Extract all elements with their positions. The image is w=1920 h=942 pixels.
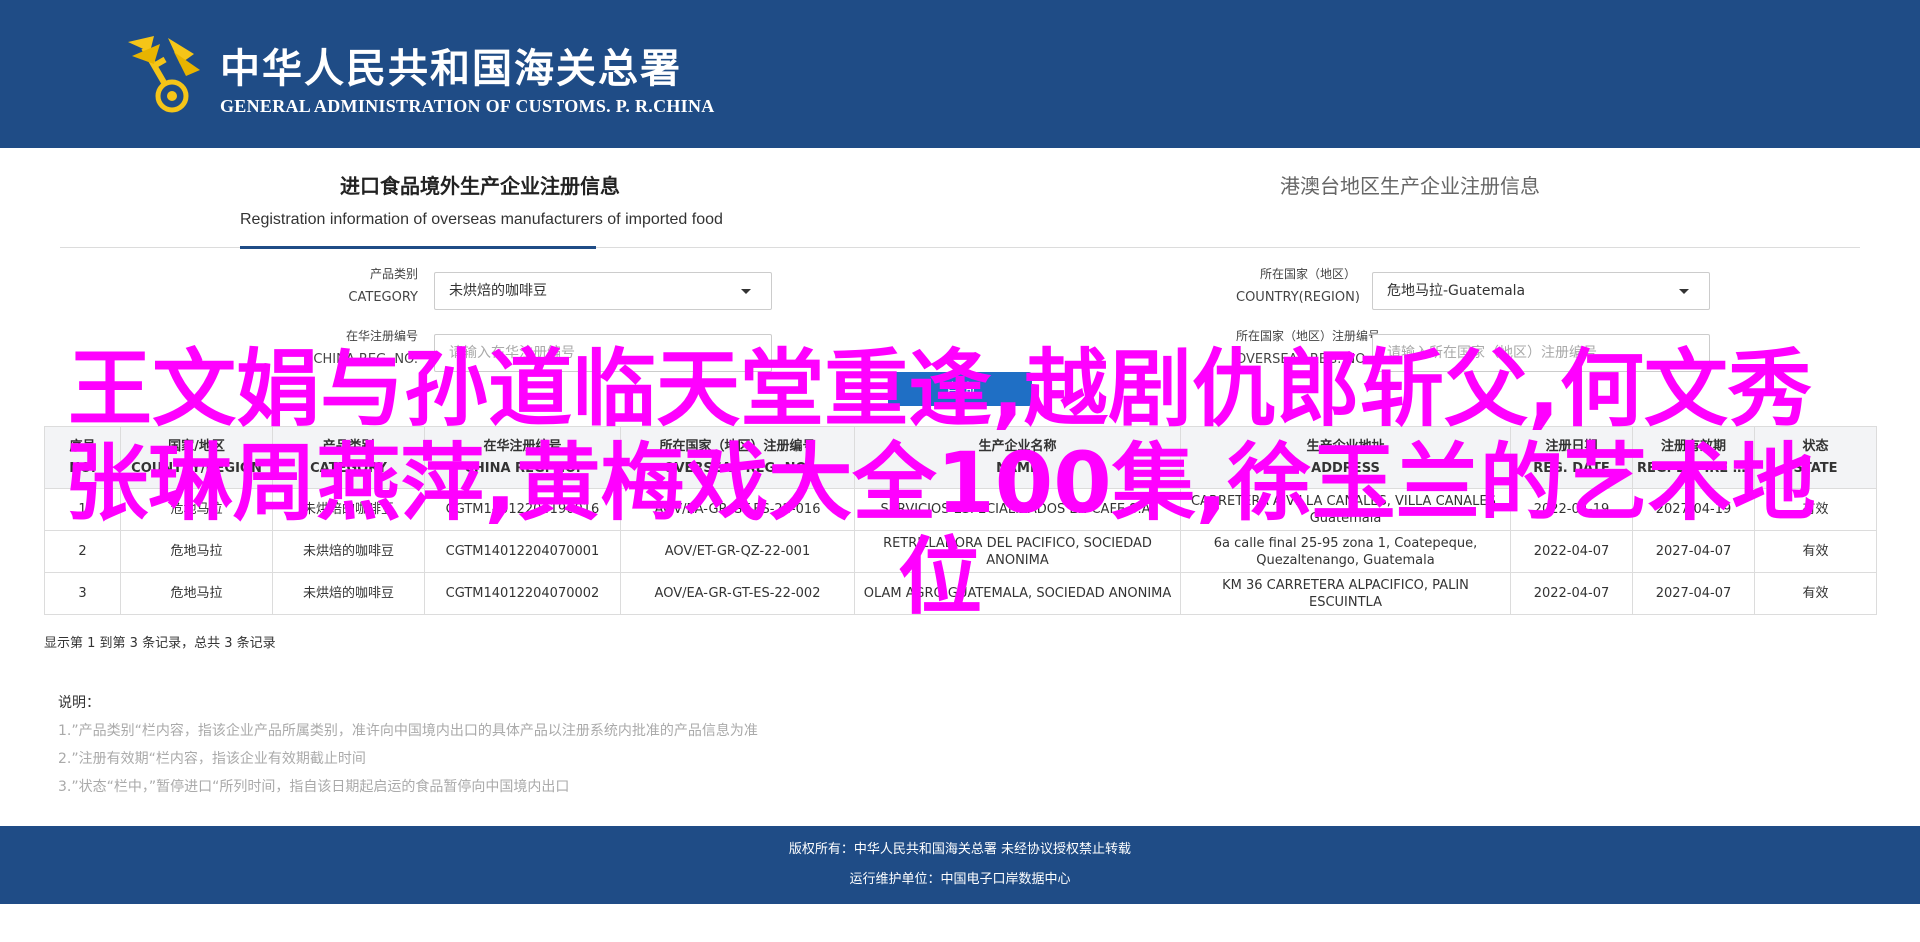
overseas-reg-label: 所在国家（地区）注册编号 OVERSEAS REG. NO. bbox=[1236, 329, 1381, 367]
table-cell: AOV/EA-GR-GT-ES-22-002 bbox=[620, 572, 855, 615]
footer-copyright: 版权所有：中华人民共和国海关总署 未经协议授权禁止转载 bbox=[788, 842, 1132, 857]
china-reg-input[interactable]: 请输入在华注册编号 bbox=[434, 334, 772, 372]
country-select[interactable]: 危地马拉-Guatemala bbox=[1372, 272, 1710, 310]
column-header: 国家/地区 COUNTRY/REGION bbox=[120, 426, 273, 489]
column-header: 产品类别 CATEGORY bbox=[272, 426, 425, 489]
table-header-row: 序号 NO. 国家/地区 COUNTRY/REGION 产品类别 CATEGORY 在华注册… bbox=[44, 426, 1877, 489]
table-cell: 有效 bbox=[1754, 488, 1877, 531]
site-title-en: GENERAL ADMINISTRATION OF CUSTOMS. P. R.… bbox=[220, 96, 715, 116]
column-header: 注册日期 REG. DATE bbox=[1510, 426, 1633, 489]
table-cell: 危地马拉 bbox=[120, 572, 273, 615]
table-cell: CGTM14012204070002 bbox=[424, 572, 621, 615]
column-header-cn: 所在国家（地区）注册编号 bbox=[659, 438, 816, 454]
table-cell: 未烘焙的咖啡豆 bbox=[272, 572, 425, 615]
table-cell: RETRILLADORA DEL PACIFICO, SOCIEDAD ANON… bbox=[854, 530, 1181, 573]
column-header: 生产企业地址 ADDRESS bbox=[1180, 426, 1511, 489]
footer-maintainer: 运行维护单位：中国电子口岸数据中心 bbox=[849, 872, 1071, 887]
column-header-en: NAME bbox=[996, 460, 1039, 476]
table-cell: 2022-04-07 bbox=[1510, 572, 1633, 615]
column-header: 状态 STATE bbox=[1754, 426, 1877, 489]
category-select-value: 未烘焙的咖啡豆 bbox=[449, 283, 547, 299]
search-button[interactable]: 查询 bbox=[888, 372, 1032, 406]
table-row[interactable]: 2 危地马拉 未烘焙的咖啡豆 CGTM14012204070001 AOV/ET-GR-… bbox=[44, 530, 1877, 573]
chevron-down-icon bbox=[741, 289, 751, 294]
column-header-cn: 注册有效期 bbox=[1660, 438, 1726, 454]
table-cell: 有效 bbox=[1754, 572, 1877, 615]
pagination-summary: 显示第 1 到第 3 条记录，总共 3 条记录 bbox=[44, 636, 276, 651]
column-header: 生产企业名称 NAME bbox=[854, 426, 1181, 489]
country-select-value: 危地马拉-Guatemala bbox=[1387, 283, 1526, 299]
table-cell: OLAM AGRO GUATEMALA, SOCIEDAD ANONIMA bbox=[854, 572, 1181, 615]
table-body: 1 危地马拉 未烘焙的咖啡豆 CGTM14012204190016 AOV/EA-GR-… bbox=[44, 488, 1877, 615]
column-header-en: ADDRESS bbox=[1311, 460, 1380, 476]
table-cell: 6a calle final 25-95 zona 1, Coatepeque,… bbox=[1180, 530, 1511, 573]
column-header-cn: 国家/地区 bbox=[168, 438, 225, 454]
column-header-en: CATEGORY bbox=[310, 460, 387, 476]
column-header: 在华注册编号 CHINA REG. NO. bbox=[424, 426, 621, 489]
tab-label-en: Registration information of overseas man… bbox=[240, 211, 723, 228]
category-label: 产品类别 CATEGORY bbox=[348, 267, 418, 305]
tab-label-cn: 港澳台地区生产企业注册信息 bbox=[1280, 174, 1540, 198]
table-cell: CGTM14012204190016 bbox=[424, 488, 621, 531]
column-header-cn: 注册日期 bbox=[1545, 438, 1598, 454]
results-table: 序号 NO. 国家/地区 COUNTRY/REGION 产品类别 CATEGORY 在华注册… bbox=[44, 426, 1877, 615]
table-cell: 危地马拉 bbox=[120, 488, 273, 531]
note-item: 3.”状态“栏中，”暂停进口“所列时间，指自该日期起启运的食品暂停向中国境内出口 bbox=[58, 779, 570, 795]
table-cell: SERVICIOS ESPECIALIZADOS EN CAFE S.A. bbox=[854, 488, 1181, 531]
chevron-down-icon bbox=[1679, 289, 1689, 294]
table-cell: 2027-04-07 bbox=[1632, 530, 1755, 573]
site-header: 中华人民共和国海关总署 GENERAL ADMINISTRATION OF CU… bbox=[0, 0, 1920, 148]
china-reg-label: 在华注册编号 CHINA REG. NO. bbox=[313, 329, 418, 367]
column-header-en: REG. DATE bbox=[1533, 460, 1610, 476]
tab-hk-macao-taiwan[interactable]: 港澳台地区生产企业注册信息 bbox=[1160, 170, 1660, 199]
column-header-cn: 生产企业名称 bbox=[978, 438, 1057, 454]
column-header-en: STATE bbox=[1793, 460, 1838, 476]
table-cell: CARRETERA A VILLA CANALES, VILLA CANALES… bbox=[1180, 488, 1511, 531]
table-cell: 3 bbox=[44, 572, 121, 615]
column-header-cn: 在华注册编号 bbox=[483, 438, 562, 454]
table-cell: CGTM14012204070001 bbox=[424, 530, 621, 573]
table-cell: 2 bbox=[44, 530, 121, 573]
table-cell: 2022-04-07 bbox=[1510, 530, 1633, 573]
column-header: 注册有效期 REG. EXPIRE DATE bbox=[1632, 426, 1755, 489]
table-cell: 危地马拉 bbox=[120, 530, 273, 573]
column-header-en: COUNTRY/REGION bbox=[131, 460, 262, 476]
column-header-en: REG. EXPIRE DATE bbox=[1637, 460, 1750, 476]
table-cell: 未烘焙的咖啡豆 bbox=[272, 530, 425, 573]
tab-label-cn: 进口食品境外生产企业注册信息 bbox=[340, 174, 620, 198]
column-header-en: NO. bbox=[69, 460, 96, 476]
column-header-en: OVERSEAS REG. NO. bbox=[663, 460, 812, 476]
table-cell: 2027-04-07 bbox=[1632, 572, 1755, 615]
table-cell: 2027-04-19 bbox=[1632, 488, 1755, 531]
tab-overseas-manufacturers[interactable]: 进口食品境外生产企业注册信息 Registration information … bbox=[240, 170, 723, 229]
table-cell: 有效 bbox=[1754, 530, 1877, 573]
customs-emblem-icon bbox=[128, 36, 200, 113]
column-header: 序号 NO. bbox=[44, 426, 121, 489]
table-cell: 1 bbox=[44, 488, 121, 531]
table-cell: 2022-04-19 bbox=[1510, 488, 1633, 531]
table-row[interactable]: 1 危地马拉 未烘焙的咖啡豆 CGTM14012204190016 AOV/EA-GR-… bbox=[44, 488, 1877, 531]
table-row[interactable]: 3 危地马拉 未烘焙的咖啡豆 CGTM14012204070002 AOV/EA-GR-… bbox=[44, 572, 1877, 615]
column-header-en: CHINA REG. NO. bbox=[464, 460, 581, 476]
table-cell: KM 36 CARRETERA ALPACIFICO, PALIN ESCUIN… bbox=[1180, 572, 1511, 615]
note-item: 1.”产品类别“栏内容，指该企业产品所属类别，准许向中国境内出口的具体产品以注册… bbox=[58, 723, 758, 739]
note-item: 2.”注册有效期“栏内容，指该企业有效期截止时间 bbox=[58, 751, 366, 767]
column-header: 所在国家（地区）注册编号 OVERSEAS REG. NO. bbox=[620, 426, 855, 489]
column-header-cn: 状态 bbox=[1802, 438, 1829, 454]
overseas-reg-input[interactable]: 请输入所在国家（地区）注册编号 bbox=[1372, 334, 1710, 372]
country-label: 所在国家（地区） COUNTRY(REGION) bbox=[1236, 267, 1360, 305]
table-cell: 未烘焙的咖啡豆 bbox=[272, 488, 425, 531]
site-footer: 版权所有：中华人民共和国海关总署 未经协议授权禁止转载 运行维护单位：中国电子口… bbox=[0, 826, 1920, 904]
column-header-cn: 产品类别 bbox=[322, 438, 375, 454]
table-cell: AOV/ET-GR-QZ-22-001 bbox=[620, 530, 855, 573]
table-cell: AOV/EA-GR-GT-ES-22-016 bbox=[620, 488, 855, 531]
notes-title: 说明： bbox=[58, 695, 100, 711]
column-header-cn: 生产企业地址 bbox=[1306, 438, 1385, 454]
category-select[interactable]: 未烘焙的咖啡豆 bbox=[434, 272, 772, 310]
column-header-cn: 序号 bbox=[69, 438, 96, 454]
active-tab-indicator bbox=[240, 246, 596, 249]
site-title-cn: 中华人民共和国海关总署 bbox=[220, 45, 682, 92]
